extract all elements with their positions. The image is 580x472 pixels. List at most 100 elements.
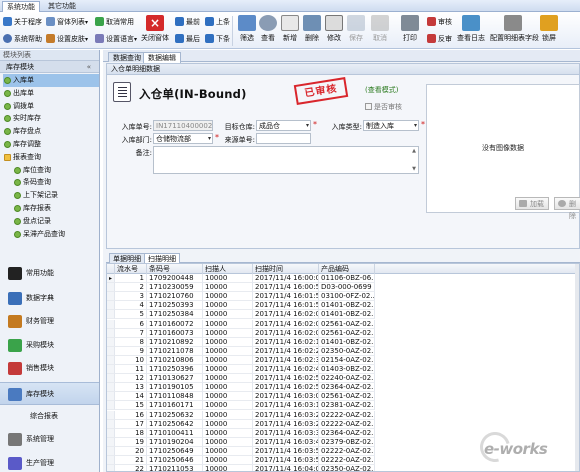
sidebar-group-header[interactable]: 库存模块 « xyxy=(0,61,99,73)
sidebar-item[interactable]: 上下架记录 xyxy=(3,189,99,202)
print-button[interactable]: 打印 xyxy=(396,15,424,48)
checkbox-icon[interactable] xyxy=(365,103,372,110)
table-row[interactable]: 6 1710160072 10000 2017/11/4 16:02:09 02561-… xyxy=(107,319,579,329)
column-header[interactable]: 产品编码 xyxy=(319,264,375,274)
grid-scrollbar[interactable] xyxy=(575,264,579,471)
column-header[interactable]: 流水号 xyxy=(115,264,147,274)
doc-no-field[interactable]: IN17110400002 xyxy=(153,120,213,131)
nav-module-button[interactable]: 综合报表 xyxy=(0,405,99,428)
sidebar-item[interactable]: 库存调整 xyxy=(3,138,99,151)
dictionary-icon xyxy=(8,292,22,305)
tab-scan-detail[interactable]: 扫描明细 xyxy=(144,253,180,263)
table-row[interactable]: 13 1710190105 10000 2017/11/4 16:02:57 02364… xyxy=(107,383,579,393)
remark-textarea[interactable]: ▲ ▼ xyxy=(153,146,419,174)
dept-select[interactable]: 仓储物流部 ▾ xyxy=(153,133,213,144)
table-row[interactable]: 11 1710250396 10000 2017/11/4 16:02:42 01403… xyxy=(107,365,579,375)
nav-module-button[interactable]: 常用功能 xyxy=(0,262,99,285)
language-button[interactable]: 设置语言▾ xyxy=(95,32,137,46)
tab-doc-detail[interactable]: 单据明细 xyxy=(109,253,145,263)
nav-module-button[interactable]: 库存模块 xyxy=(0,382,99,405)
skin-button[interactable]: 设置皮肤▾ xyxy=(46,32,88,46)
table-row[interactable]: 14 1710110848 10000 2017/11/4 16:03:06 02561… xyxy=(107,392,579,402)
tab-data-query[interactable]: 数据查询 xyxy=(108,52,146,62)
table-cell: 01401-0BZ-02... xyxy=(319,310,375,320)
table-row[interactable]: 7 1710160073 10000 2017/11/4 16:02:09 02561-… xyxy=(107,328,579,338)
tab-data-edit[interactable]: 数据编辑 xyxy=(143,52,181,63)
scroll-down-icon[interactable]: ▼ xyxy=(411,166,417,172)
sidebar-item[interactable]: 实时库存 xyxy=(3,112,99,125)
sidebar-item[interactable]: 条码查询 xyxy=(3,176,99,189)
table-row[interactable]: 5 1710250384 10000 2017/11/4 16:02:03 01401-… xyxy=(107,310,579,320)
column-header[interactable]: 扫描时间 xyxy=(253,264,319,274)
load-image-button[interactable]: 加载 xyxy=(515,197,549,210)
lock-screen-button[interactable]: 锁屏 xyxy=(538,15,560,48)
table-row[interactable]: 3 1710210760 10000 2017/11/4 16:01:51 03100-… xyxy=(107,292,579,302)
window-list-button[interactable]: 窗体列表▾ xyxy=(46,15,88,29)
table-cell: 1710250646 xyxy=(147,456,203,466)
sidebar-item[interactable]: 报表查询 xyxy=(3,151,99,164)
table-row[interactable]: 12 1710130627 10000 2017/11/4 16:02:51 02240… xyxy=(107,374,579,384)
top-tab-system[interactable]: 系统功能 xyxy=(2,1,40,12)
audit-log-button[interactable]: 查看日志 xyxy=(455,15,487,48)
nav-module-button[interactable]: 系统管理 xyxy=(0,428,99,451)
table-cell: 1710110848 xyxy=(147,392,203,402)
inbound-type-select[interactable]: 制造入库 ▾ xyxy=(363,120,419,131)
sidebar-item[interactable]: 库存盘点 xyxy=(3,125,99,138)
close-window-button[interactable]: × 关闭窗体 xyxy=(140,15,170,48)
sidebar-item[interactable]: 出库单 xyxy=(3,87,99,100)
remove-favorite-button[interactable]: 取消常用 xyxy=(95,15,134,29)
nav-module-button[interactable]: 销售模块 xyxy=(0,357,99,380)
column-header[interactable]: 扫描人 xyxy=(203,264,253,274)
table-row[interactable]: 9 1710211078 10000 2017/11/4 16:02:25 02350-… xyxy=(107,346,579,356)
warehouse-icon xyxy=(8,388,22,401)
image-box: 没有图像数据 xyxy=(426,84,580,213)
table-row[interactable]: 17 1710250642 10000 2017/11/4 16:03:24 02222… xyxy=(107,419,579,429)
table-row[interactable]: 8 1710210892 10000 2017/11/4 16:02:15 01401-… xyxy=(107,337,579,347)
prev-record-button[interactable]: 上条 xyxy=(205,15,230,29)
approve-button[interactable]: 审核 xyxy=(427,15,452,29)
unapprove-button[interactable]: 反审 xyxy=(427,32,452,46)
sidebar-item-label: 入库单 xyxy=(13,76,34,84)
delete-image-button[interactable]: 删除 xyxy=(554,197,580,220)
undo-button[interactable]: 取消 xyxy=(366,15,394,48)
table-cell: 1710210806 xyxy=(147,355,203,365)
sidebar-item[interactable]: 调拨单 xyxy=(3,100,99,113)
sidebar: 模块列表 库存模块 « 入库单 出库单 调拨单 实时库存 库存盘点 库存调整 报表查询 库位查询… xyxy=(0,50,100,472)
table-row[interactable]: 22 1710211053 10000 2017/11/4 16:04:06 02350… xyxy=(107,465,579,471)
sidebar-item[interactable]: 呆滞产品查询 xyxy=(3,228,99,241)
column-header[interactable]: 条码号 xyxy=(147,264,203,274)
table-row[interactable]: 15 1710160171 10000 2017/11/4 16:03:14 02381… xyxy=(107,401,579,411)
scroll-up-icon[interactable]: ▲ xyxy=(411,148,417,154)
nav-module-button[interactable]: 数据字典 xyxy=(0,287,99,310)
first-record-button[interactable]: 最前 xyxy=(175,15,200,29)
next-record-button[interactable]: 下条 xyxy=(205,32,230,46)
nav-module-button[interactable]: 财务管理 xyxy=(0,310,99,333)
table-row[interactable]: 10 1710210806 10000 2017/11/4 16:02:31 02154… xyxy=(107,355,579,365)
help-button[interactable]: 系统帮助 xyxy=(3,32,42,46)
sidebar-item[interactable]: 入库单 xyxy=(3,74,99,87)
nav-module-button[interactable]: 采购模块 xyxy=(0,334,99,357)
source-no-field[interactable] xyxy=(256,133,311,144)
table-row[interactable]: 18 1710100411 10000 2017/11/4 16:03:36 02364… xyxy=(107,428,579,438)
table-row[interactable]: 16 1710250632 10000 2017/11/4 16:03:24 02222… xyxy=(107,410,579,420)
required-marker: * xyxy=(313,120,317,129)
table-cell: 10000 xyxy=(203,456,253,466)
target-warehouse-select[interactable]: 成品仓 ▾ xyxy=(256,120,311,131)
last-record-button[interactable]: 最后 xyxy=(175,32,200,46)
nav-module-button[interactable]: 生产管理 xyxy=(0,452,99,472)
sidebar-item[interactable]: 盘点记录 xyxy=(3,215,99,228)
chevron-down-icon[interactable]: ▾ xyxy=(414,121,417,130)
table-row[interactable]: 2 1710230059 10000 2017/11/4 16:00:51 D03-00… xyxy=(107,283,579,293)
about-button[interactable]: 关于程序 xyxy=(3,15,42,29)
sidebar-item[interactable]: 库存报表 xyxy=(3,202,99,215)
sidebar-item[interactable]: 库位查询 xyxy=(3,164,99,177)
config-detail-button[interactable]: 配置明细表字段 xyxy=(490,15,539,48)
table-cell: 1710250632 xyxy=(147,410,203,420)
approved-checkbox[interactable]: 是否审核 xyxy=(365,102,402,112)
table-row[interactable]: 4 1710250393 10000 2017/11/4 16:01:58 01401-… xyxy=(107,301,579,311)
collapse-icon[interactable]: « xyxy=(87,61,91,73)
chevron-down-icon[interactable]: ▾ xyxy=(306,121,309,130)
chevron-down-icon[interactable]: ▾ xyxy=(208,134,211,143)
table-row[interactable]: ▸ 1 1709200448 10000 2017/11/4 16:00:03 01106… xyxy=(107,274,579,284)
top-tab-other[interactable]: 其它功能 xyxy=(44,1,80,12)
